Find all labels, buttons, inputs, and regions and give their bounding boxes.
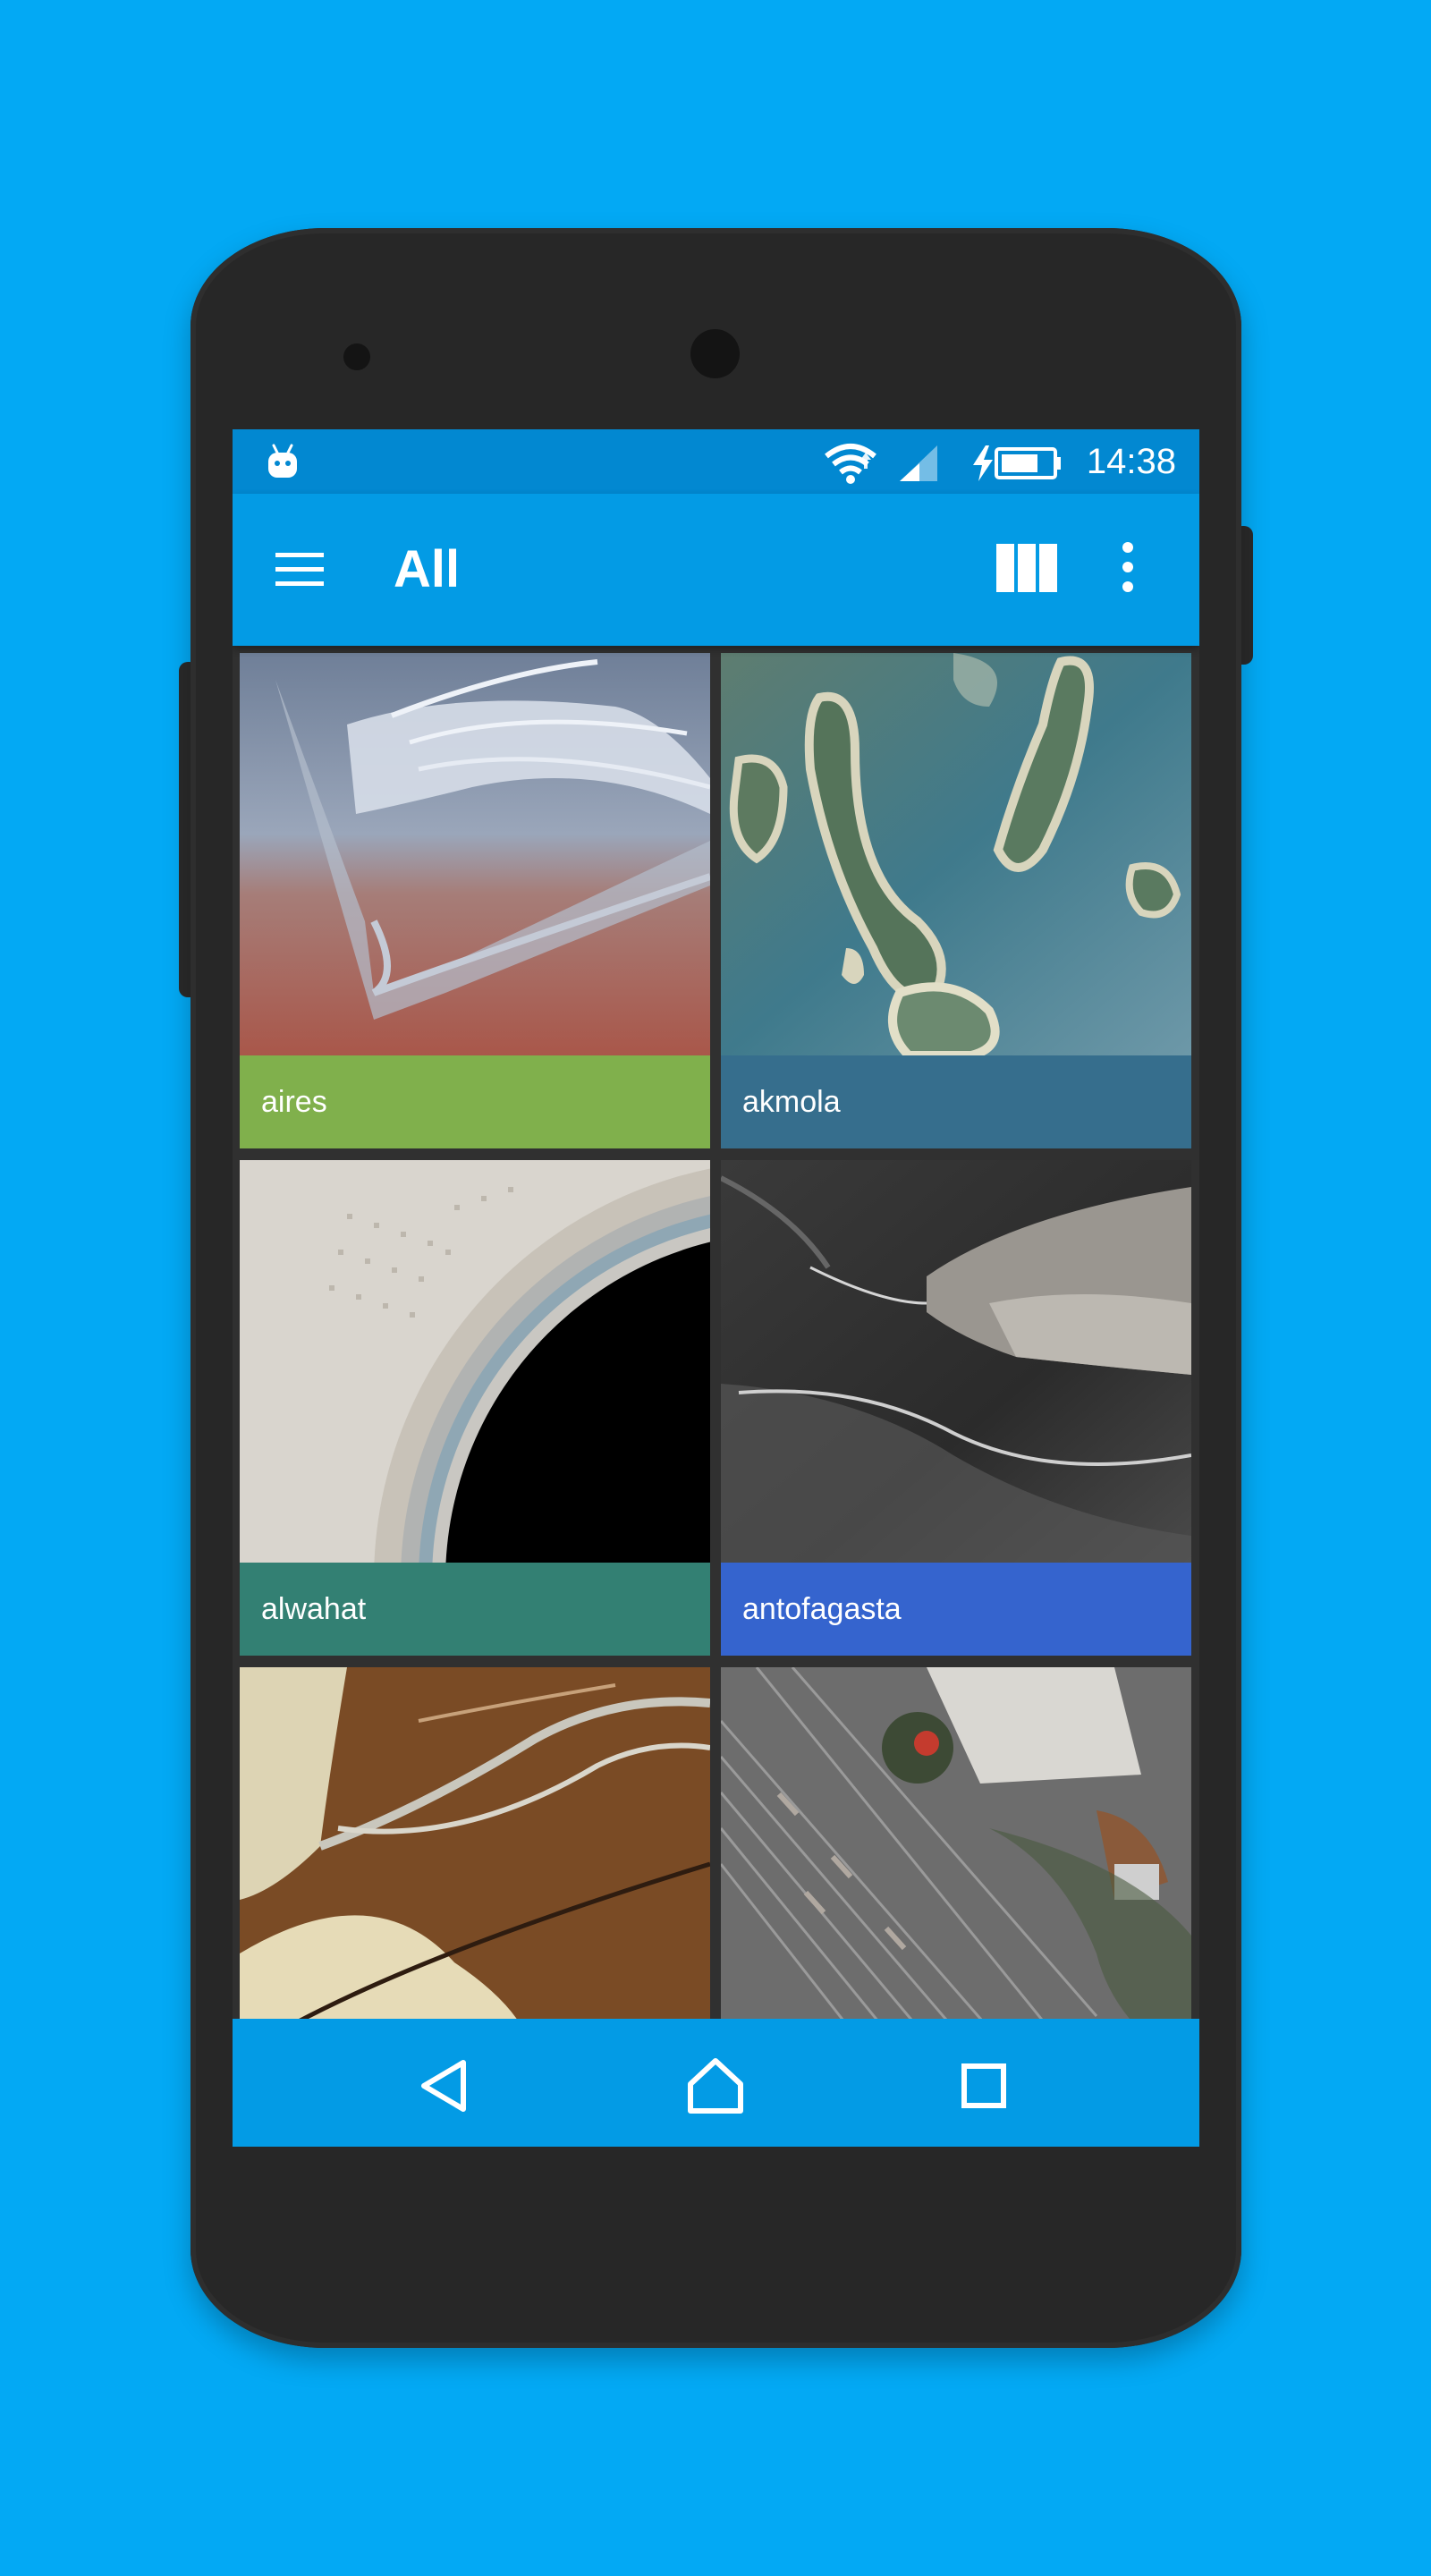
wallpaper-thumbnail (721, 1160, 1191, 1563)
wallpaper-tile-antofagasta[interactable]: antofagasta (721, 1160, 1191, 1656)
wifi-icon (825, 444, 876, 484)
tile-label: alwahat (261, 1592, 367, 1626)
wallpaper-thumbnail (240, 1667, 710, 2019)
status-time: 14:38 (1086, 442, 1176, 481)
app-bar: All (233, 494, 1199, 646)
android-icon (268, 444, 297, 478)
tile-label: antofagasta (742, 1592, 902, 1626)
battery-charging-icon (973, 445, 1061, 481)
wallpaper-tile[interactable] (721, 1667, 1191, 2019)
wallpaper-thumbnail (240, 653, 710, 1055)
back-triangle-icon[interactable] (411, 2050, 483, 2122)
status-bar: 14:38 (233, 429, 1199, 494)
grid-columns-icon[interactable] (991, 537, 1063, 599)
wallpaper-grid: aires akmola alwahat antofagasta (233, 646, 1199, 2019)
home-icon[interactable] (680, 2050, 751, 2122)
front-camera (690, 329, 740, 378)
system-nav-bar (233, 2019, 1199, 2147)
wallpaper-tile-akmola[interactable]: akmola (721, 653, 1191, 1148)
screenshot-canvas: 14:38 All aires akmola alwahat antofagas… (0, 0, 1431, 2576)
page-title: All (394, 540, 461, 598)
tile-caption: antofagasta (721, 1563, 1191, 1656)
tile-caption: akmola (721, 1055, 1191, 1148)
phone-screen: 14:38 All aires akmola alwahat antofagas… (233, 429, 1199, 2147)
hamburger-menu-icon[interactable] (268, 540, 331, 597)
wallpaper-tile-alwahat[interactable]: alwahat (240, 1160, 710, 1656)
wallpaper-thumbnail (721, 653, 1191, 1055)
wallpaper-tile[interactable] (240, 1667, 710, 2019)
tile-label: akmola (742, 1085, 841, 1119)
wallpaper-thumbnail (721, 1667, 1191, 2019)
tile-label: aires (261, 1085, 327, 1119)
front-sensor (343, 343, 370, 370)
tile-caption: aires (240, 1055, 710, 1148)
wallpaper-tile-aires[interactable]: aires (240, 653, 710, 1148)
more-vert-icon[interactable] (1116, 535, 1139, 599)
wallpaper-thumbnail (240, 1160, 710, 1563)
cellular-signal-icon (900, 445, 937, 481)
recents-square-icon[interactable] (948, 2050, 1020, 2122)
tile-caption: alwahat (240, 1563, 710, 1656)
